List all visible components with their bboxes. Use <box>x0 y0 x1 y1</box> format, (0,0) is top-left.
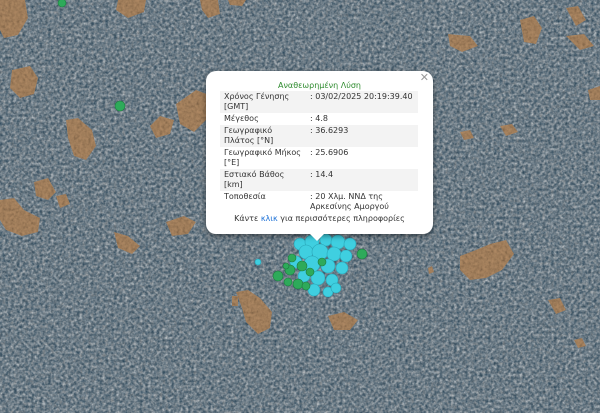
info-row-latitude: Γεωγραφικό Πλάτος [°N] : 36.6293 <box>220 125 418 147</box>
popup-title: Αναθεωρημένη Λύση <box>277 81 362 90</box>
quake-marker <box>343 237 357 251</box>
info-row-magnitude: Μέγεθος : 4.8 <box>220 113 418 125</box>
info-value: : 20 Χλμ. ΝΝΔ της Αρκεσίνης Αμοργού <box>310 192 389 211</box>
info-label: Γεωγραφικό Μήκος [°E] <box>224 148 301 167</box>
info-value: : 14.4 <box>306 169 418 191</box>
quake-marker <box>114 100 126 112</box>
quake-marker <box>254 258 262 266</box>
more-info-prefix: Κάντε <box>234 214 261 223</box>
info-label: Μέγεθος <box>224 114 259 123</box>
info-label: Γεωγραφικό Πλάτος [°N] <box>220 125 306 147</box>
info-label: Τοποθεσία <box>224 192 266 201</box>
info-row-depth: Εστιακό Βάθος [km] : 14.4 <box>220 169 418 191</box>
earthquake-info-popup: ✕ Αναθεωρημένη Λύση Χρόνος Γένησης [GMT]… <box>206 71 433 234</box>
quake-marker <box>272 270 284 282</box>
map-view[interactable]: ✕ Αναθεωρημένη Λύση Χρόνος Γένησης [GMT]… <box>0 0 600 413</box>
quake-marker <box>317 257 327 267</box>
info-value: : 03/02/2025 20:19:39.40 <box>306 91 418 113</box>
quake-marker <box>296 260 308 272</box>
more-info-line: Κάντε κλικ για περισσότερες πληροφορίες <box>206 214 433 223</box>
quake-marker <box>339 249 353 263</box>
quake-marker <box>335 261 349 275</box>
quake-marker <box>301 281 311 291</box>
quake-marker <box>330 282 342 294</box>
info-row-longitude: Γεωγραφικό Μήκος [°E] : 25.6906 <box>220 147 418 169</box>
more-info-suffix: για περισσότερες πληροφορίες <box>277 214 405 223</box>
info-row-location: Τοποθεσία : 20 Χλμ. ΝΝΔ της Αρκεσίνης Αμ… <box>220 191 418 213</box>
info-label: Χρόνος Γένησης [GMT] <box>220 91 306 113</box>
quake-marker <box>356 248 368 260</box>
quake-marker <box>57 0 67 8</box>
more-info-link[interactable]: κλικ <box>261 214 278 223</box>
info-value: : 25.6906 <box>310 148 349 157</box>
info-value: : 4.8 <box>310 114 328 123</box>
quake-marker <box>287 253 297 263</box>
quake-marker <box>305 267 315 277</box>
info-row-time: Χρόνος Γένησης [GMT] : 03/02/2025 20:19:… <box>220 91 418 113</box>
quake-marker <box>292 278 304 290</box>
popup-pointer <box>309 233 325 241</box>
island <box>232 296 238 306</box>
earthquake-info-table: Χρόνος Γένησης [GMT] : 03/02/2025 20:19:… <box>220 91 418 213</box>
quake-marker <box>283 277 293 287</box>
info-value: : 36.6293 <box>306 125 418 147</box>
quake-marker <box>282 262 290 270</box>
info-label: Εστιακό Βάθος [km] <box>220 169 306 191</box>
